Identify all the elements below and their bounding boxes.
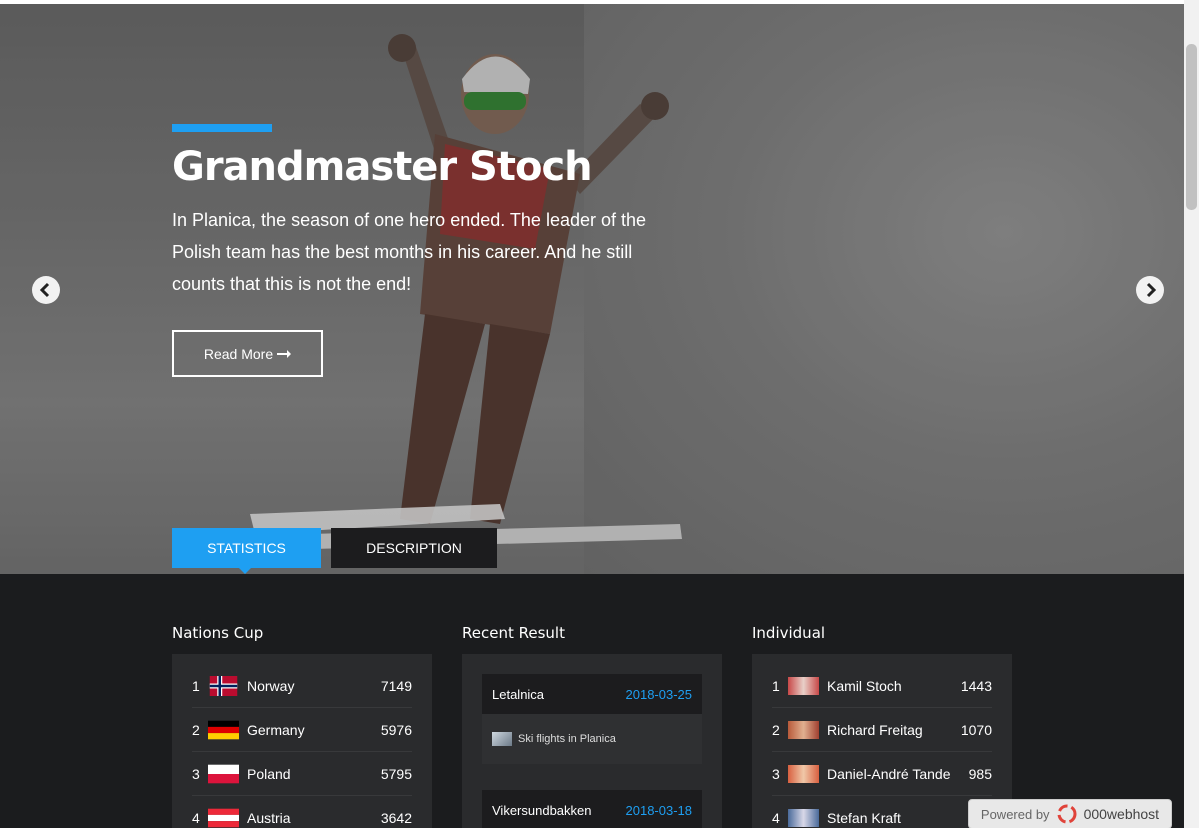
result-date: 2018-03-18: [625, 802, 693, 818]
table-row: 2 Richard Freitag 1070: [772, 708, 992, 752]
points: 5976: [380, 721, 412, 738]
page: Grandmaster Stoch In Planica, the season…: [0, 0, 1184, 828]
athlete-avatar: [788, 808, 819, 827]
powered-by-badge[interactable]: Powered by 000webhost: [968, 799, 1172, 828]
table-row: 4 Stefan Kraft 881: [772, 796, 992, 828]
result-place: Vikersundbakken: [492, 802, 592, 818]
recent-result-panel: Letalnica 2018-03-25 Ski flights in Plan…: [462, 654, 722, 828]
athlete-avatar: [788, 764, 819, 783]
nations-cup-title: Nations Cup: [172, 624, 264, 642]
table-row: 1 Norway 7149: [192, 664, 412, 708]
nations-cup-panel: 1 Norway 7149 2 Germany 5976 3 Poland 57…: [172, 654, 432, 828]
rank: 4: [772, 809, 780, 826]
table-row: 4 Austria 3642: [192, 796, 412, 828]
individual-title: Individual: [752, 624, 826, 642]
arrow-right-icon: [277, 349, 292, 358]
austria-flag-icon: [208, 808, 239, 827]
points: 7149: [380, 677, 412, 694]
result-card[interactable]: Vikersundbakken 2018-03-18: [482, 790, 702, 828]
athlete-name: Kamil Stoch: [827, 677, 902, 694]
tab-description[interactable]: DESCRIPTION: [331, 528, 497, 568]
page-scrollbar[interactable]: [1184, 0, 1199, 828]
slider-next-button[interactable]: [1136, 276, 1164, 304]
table-row: 3 Daniel-André Tande 985: [772, 752, 992, 796]
chevron-right-icon: [1146, 282, 1157, 298]
points: 1070: [960, 721, 992, 738]
rank: 4: [192, 809, 200, 826]
result-thumbnail: [492, 732, 512, 746]
hero-description: In Planica, the season of one hero ended…: [172, 210, 647, 294]
read-more-button[interactable]: Read More: [172, 330, 323, 377]
result-date: 2018-03-25: [625, 686, 693, 702]
germany-flag-icon: [208, 720, 239, 739]
athlete-name: Daniel-André Tande: [827, 765, 951, 782]
chevron-left-icon: [39, 282, 50, 298]
hero-title: Grandmaster Stoch: [172, 144, 593, 190]
table-row: 2 Germany 5976: [192, 708, 412, 752]
athlete-avatar: [788, 720, 819, 739]
rank: 3: [772, 765, 780, 782]
result-card[interactable]: Letalnica 2018-03-25 Ski flights in Plan…: [482, 674, 702, 764]
scrollbar-thumb[interactable]: [1186, 44, 1197, 210]
rank: 1: [192, 677, 200, 694]
points: 985: [968, 765, 992, 782]
points: 5795: [380, 765, 412, 782]
table-row: 1 Kamil Stoch 1443: [772, 664, 992, 708]
table-row: 3 Poland 5795: [192, 752, 412, 796]
recent-result-title: Recent Result: [462, 624, 565, 642]
slider-prev-button[interactable]: [32, 276, 60, 304]
athlete-name: Stefan Kraft: [827, 809, 901, 826]
rank: 2: [192, 721, 200, 738]
result-description: Ski flights in Planica: [518, 733, 616, 745]
read-more-label: Read More: [203, 345, 274, 362]
result-place: Letalnica: [492, 686, 545, 702]
rank: 1: [772, 677, 780, 694]
nation-name: Germany: [247, 721, 305, 738]
tab-statistics[interactable]: STATISTICS: [172, 528, 321, 574]
nation-name: Norway: [247, 677, 295, 694]
rank: 2: [772, 721, 780, 738]
rank: 3: [192, 765, 200, 782]
nation-name: Poland: [247, 765, 291, 782]
hero-accent-bar: [172, 124, 272, 132]
nation-name: Austria: [247, 809, 291, 826]
athlete-name: Richard Freitag: [827, 721, 923, 738]
athlete-avatar: [788, 676, 819, 695]
powered-by-brand: 000webhost: [1083, 806, 1160, 822]
poland-flag-icon: [208, 764, 239, 783]
points: 3642: [380, 809, 412, 826]
powered-by-label: Powered by: [980, 806, 1050, 822]
webhost-logo-icon: [1057, 804, 1077, 824]
points: 1443: [960, 677, 992, 694]
norway-flag-icon: [209, 675, 238, 696]
